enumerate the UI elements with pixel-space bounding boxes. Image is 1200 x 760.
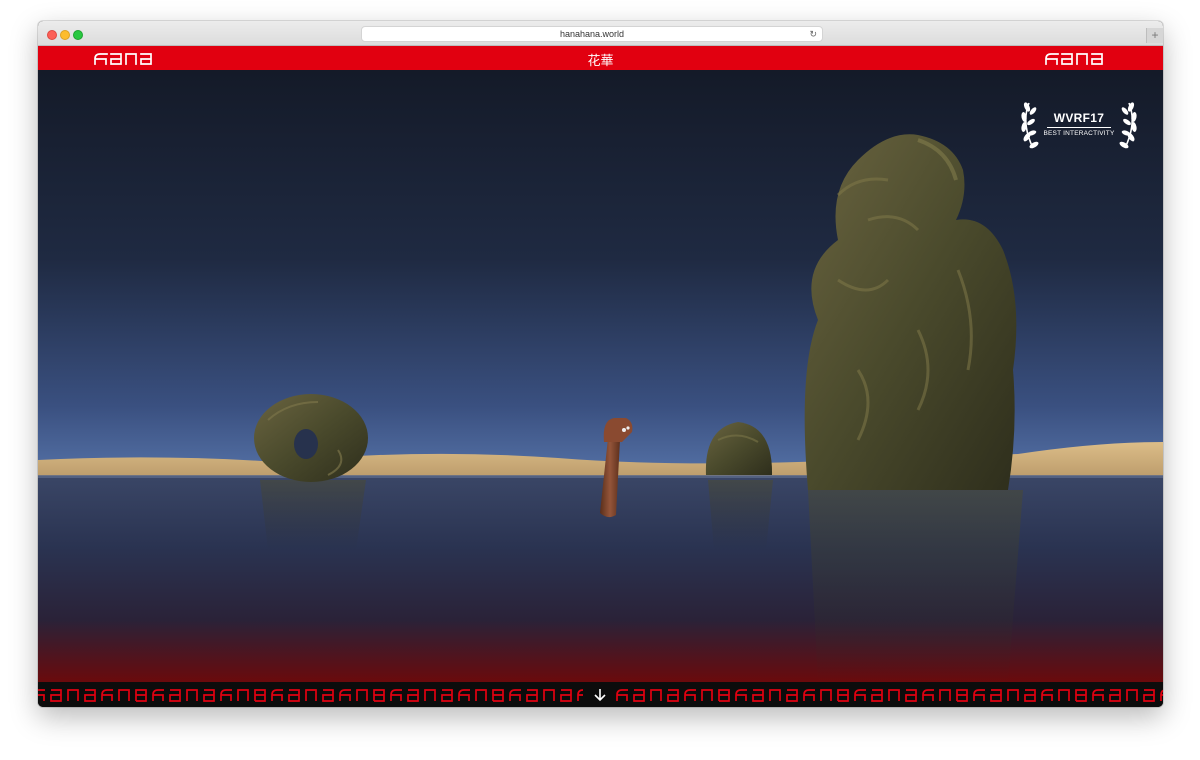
award-divider <box>1047 127 1111 128</box>
hana-pattern-left <box>38 689 583 702</box>
minimize-window-button[interactable] <box>60 30 70 40</box>
hana-pattern-right <box>616 689 1163 702</box>
close-window-button[interactable] <box>47 30 57 40</box>
statue-reflection <box>808 490 1023 682</box>
down-arrow-icon[interactable] <box>592 687 608 703</box>
site-header: hana 花華 hana <box>38 46 1163 70</box>
browser-window: hanahana.world ↻ + hana 花華 hana <box>38 21 1163 707</box>
stone-ring <box>254 394 368 482</box>
hana-logo-right[interactable] <box>1045 53 1107 65</box>
ring-reflection <box>260 480 366 550</box>
award-subtitle: BEST INTERACTIVITY <box>1043 130 1115 137</box>
address-text: hanahana.world <box>559 29 625 39</box>
3d-scene-canvas[interactable] <box>38 70 1163 682</box>
boulder-reflection <box>708 480 773 550</box>
site-title: 花華 <box>587 54 614 69</box>
new-tab-button[interactable]: + <box>1146 28 1163 43</box>
address-bar[interactable]: hanahana.world ↻ <box>361 26 823 42</box>
award-title: WVRF17 <box>1053 111 1105 125</box>
browser-titlebar: hanahana.world ↻ + <box>38 21 1163 46</box>
reload-icon[interactable]: ↻ <box>809 27 817 41</box>
footer-pattern-bar <box>38 682 1163 707</box>
zoom-window-button[interactable] <box>73 30 83 40</box>
award-badge[interactable]: WVRF17 BEST INTERACTIVITY <box>1019 93 1139 155</box>
